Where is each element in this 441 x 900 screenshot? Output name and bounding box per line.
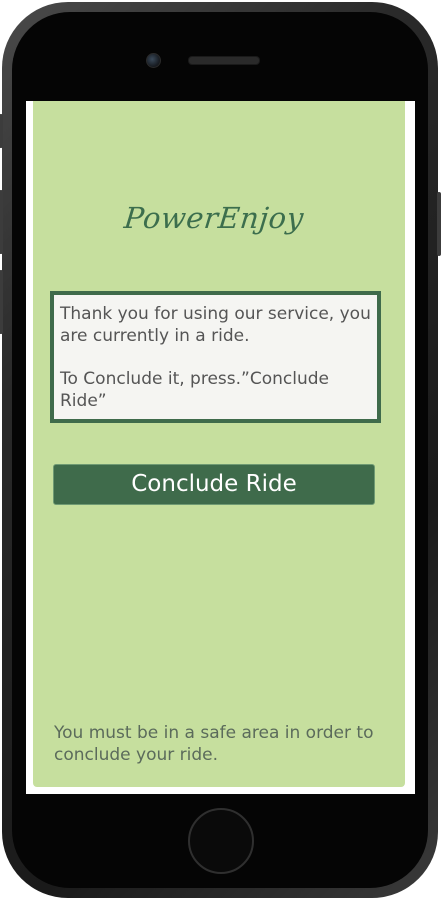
- home-button[interactable]: [188, 808, 254, 874]
- power-button: [437, 192, 441, 256]
- app-logo: PowerEnjoy: [122, 201, 306, 235]
- safe-area-note: You must be in a safe area in order to c…: [54, 723, 374, 765]
- mute-switch: [0, 114, 3, 148]
- earpiece-speaker: [188, 56, 260, 65]
- conclude-ride-button[interactable]: Conclude Ride: [53, 464, 375, 505]
- message-line-thanks: Thank you for using our service, you are…: [60, 304, 371, 346]
- app-view: PowerEnjoy Thank you for using our servi…: [33, 101, 405, 787]
- front-camera-icon: [146, 53, 161, 68]
- volume-up-button: [0, 190, 3, 254]
- volume-down-button: [0, 270, 3, 334]
- message-line-instructions: To Conclude it, press.”Conclude Ride”: [60, 369, 329, 411]
- ride-status-message: Thank you for using our service, you are…: [50, 291, 381, 423]
- phone-screen: PowerEnjoy Thank you for using our servi…: [26, 101, 415, 794]
